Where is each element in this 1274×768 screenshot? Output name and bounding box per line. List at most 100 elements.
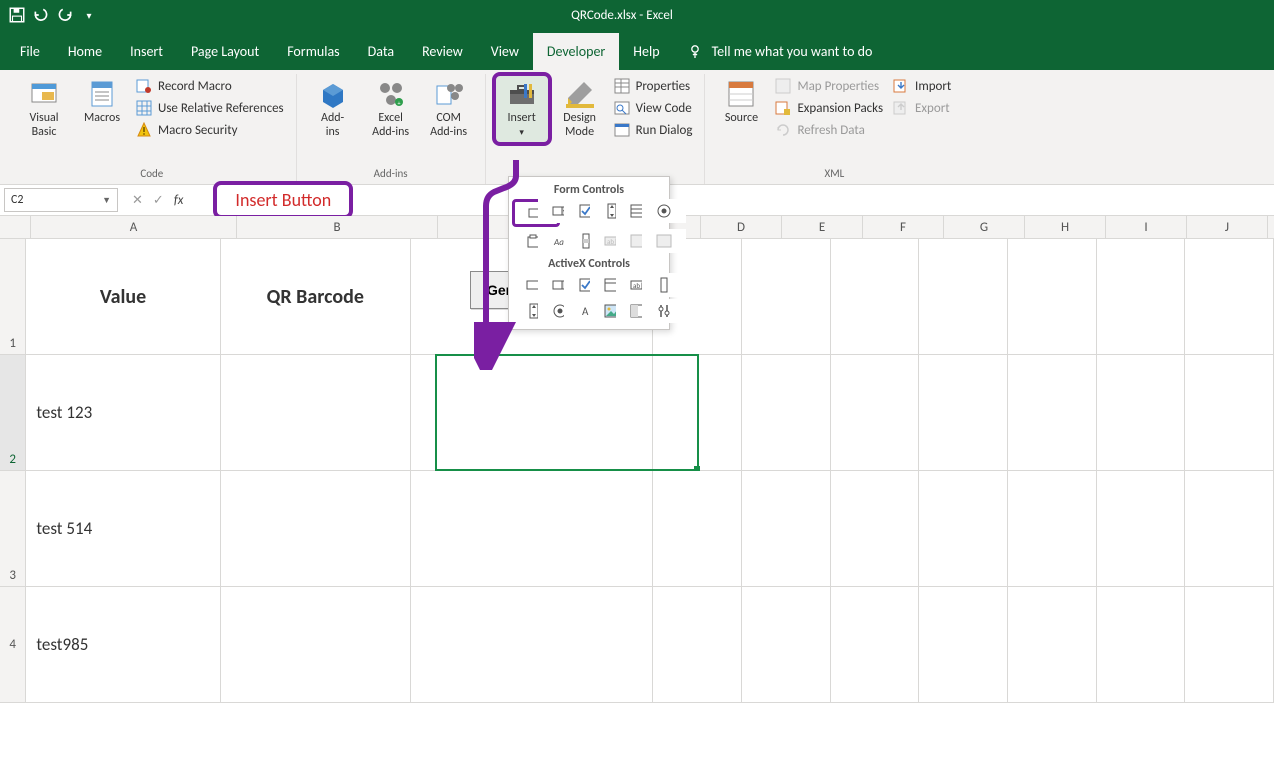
col-header-i[interactable]: I <box>1106 216 1187 238</box>
ax-scrollbar-control[interactable] <box>642 273 686 297</box>
tab-insert[interactable]: Insert <box>116 33 177 70</box>
record-macro-button[interactable]: Record Macro <box>132 76 288 96</box>
name-box[interactable]: C2 ▼ <box>4 188 118 212</box>
cell-f3[interactable] <box>831 471 920 586</box>
col-header-h[interactable]: H <box>1025 216 1106 238</box>
row-header-2[interactable]: 2 <box>0 355 26 470</box>
macro-security-icon <box>136 122 152 138</box>
col-header-f[interactable]: F <box>863 216 944 238</box>
cancel-icon[interactable]: ✕ <box>132 193 143 208</box>
toolbox-icon <box>506 78 538 110</box>
tab-page-layout[interactable]: Page Layout <box>177 33 273 70</box>
visual-basic-button[interactable]: Visual Basic <box>16 74 72 144</box>
enter-icon[interactable]: ✓ <box>153 193 164 208</box>
cell-d4[interactable] <box>653 587 742 702</box>
cell-d3[interactable] <box>653 471 742 586</box>
cell-e4[interactable] <box>742 587 831 702</box>
chevron-down-icon[interactable]: ▼ <box>102 195 111 206</box>
com-addins-button[interactable]: COM Add-ins <box>421 74 477 144</box>
cell-b1[interactable]: QR Barcode <box>221 239 411 354</box>
tell-me-search[interactable]: Tell me what you want to do <box>674 33 1268 70</box>
cell-f2[interactable] <box>831 355 920 470</box>
col-header-e[interactable]: E <box>782 216 863 238</box>
undo-icon[interactable] <box>32 6 50 24</box>
macro-security-button[interactable]: Macro Security <box>132 120 288 140</box>
cell-g3[interactable] <box>919 471 1008 586</box>
tab-help[interactable]: Help <box>619 33 673 70</box>
col-header-d[interactable]: D <box>701 216 782 238</box>
cell-d2[interactable] <box>653 355 742 470</box>
excel-addins-button[interactable]: + Excel Add-ins <box>363 74 419 144</box>
cell-j1[interactable] <box>1185 239 1274 354</box>
activex-controls-label: ActiveX Controls <box>511 253 667 273</box>
cell-a4[interactable]: test985 <box>26 587 220 702</box>
properties-button[interactable]: Properties <box>610 76 697 96</box>
cell-a1[interactable]: Value <box>26 239 220 354</box>
col-header-a[interactable]: A <box>31 216 237 238</box>
run-dialog-button[interactable]: Run Dialog <box>610 120 697 140</box>
cell-f1[interactable] <box>831 239 920 354</box>
view-code-button[interactable]: View Code <box>610 98 697 118</box>
tab-formulas[interactable]: Formulas <box>273 33 353 70</box>
expansion-packs-button[interactable]: Expansion Packs <box>771 98 887 118</box>
cell-h1[interactable] <box>1008 239 1097 354</box>
cell-c2[interactable] <box>411 355 654 470</box>
cell-h4[interactable] <box>1008 587 1097 702</box>
cell-j2[interactable] <box>1185 355 1274 470</box>
ax-more-controls[interactable] <box>642 299 686 323</box>
cell-i3[interactable] <box>1097 471 1186 586</box>
row-header-1[interactable]: 1 <box>0 239 26 354</box>
cell-a3[interactable]: test 514 <box>26 471 220 586</box>
tab-home[interactable]: Home <box>54 33 116 70</box>
sheet-row-3: 3 test 514 <box>0 471 1274 587</box>
use-relative-refs-button[interactable]: Use Relative References <box>132 98 288 118</box>
cell-b4[interactable] <box>221 587 411 702</box>
cell-e1[interactable] <box>742 239 831 354</box>
row-header-3[interactable]: 3 <box>0 471 26 586</box>
qat-customize-icon[interactable]: ▾ <box>80 6 98 24</box>
cell-i2[interactable] <box>1097 355 1186 470</box>
tab-review[interactable]: Review <box>408 33 477 70</box>
cell-c3[interactable] <box>411 471 654 586</box>
cell-f4[interactable] <box>831 587 920 702</box>
import-button[interactable]: Import <box>889 76 955 96</box>
addins-button[interactable]: Add- ins <box>305 74 361 144</box>
tab-developer[interactable]: Developer <box>533 33 619 70</box>
save-icon[interactable] <box>8 6 26 24</box>
form-option-control[interactable] <box>642 199 686 223</box>
col-header-b[interactable]: B <box>237 216 438 238</box>
cell-g4[interactable] <box>919 587 1008 702</box>
design-mode-button[interactable]: Design Mode <box>552 74 608 144</box>
cell-h3[interactable] <box>1008 471 1097 586</box>
cell-j4[interactable] <box>1185 587 1274 702</box>
redo-icon[interactable] <box>56 6 74 24</box>
cell-a2[interactable]: test 123 <box>26 355 220 470</box>
source-button[interactable]: Source <box>713 74 769 130</box>
insert-control-button[interactable]: Insert▾ <box>494 74 550 144</box>
cell-i4[interactable] <box>1097 587 1186 702</box>
cell-c4[interactable] <box>411 587 654 702</box>
ribbon-group-code: Visual Basic Macros Record Macro Use Rel… <box>8 74 297 184</box>
cell-j3[interactable] <box>1185 471 1274 586</box>
col-header-j[interactable]: J <box>1187 216 1268 238</box>
tab-file[interactable]: File <box>6 33 54 70</box>
row-header-4[interactable]: 4 <box>0 587 26 702</box>
macros-button[interactable]: Macros <box>74 74 130 130</box>
cell-g2[interactable] <box>919 355 1008 470</box>
cell-i1[interactable] <box>1097 239 1186 354</box>
cell-b2[interactable] <box>221 355 411 470</box>
window-title: QRCode.xlsx - Excel <box>98 8 1146 23</box>
excel-addins-icon: + <box>375 78 407 110</box>
cell-e3[interactable] <box>742 471 831 586</box>
tell-me-label: Tell me what you want to do <box>712 43 873 60</box>
fx-icon[interactable]: fx <box>174 193 184 208</box>
cell-h2[interactable] <box>1008 355 1097 470</box>
cell-b3[interactable] <box>221 471 411 586</box>
select-all-corner[interactable] <box>0 216 31 238</box>
tab-data[interactable]: Data <box>354 33 408 70</box>
cell-g1[interactable] <box>919 239 1008 354</box>
tab-view[interactable]: View <box>477 33 533 70</box>
col-header-g[interactable]: G <box>944 216 1025 238</box>
cell-e2[interactable] <box>742 355 831 470</box>
activex-controls-grid: ab| A <box>511 273 667 323</box>
